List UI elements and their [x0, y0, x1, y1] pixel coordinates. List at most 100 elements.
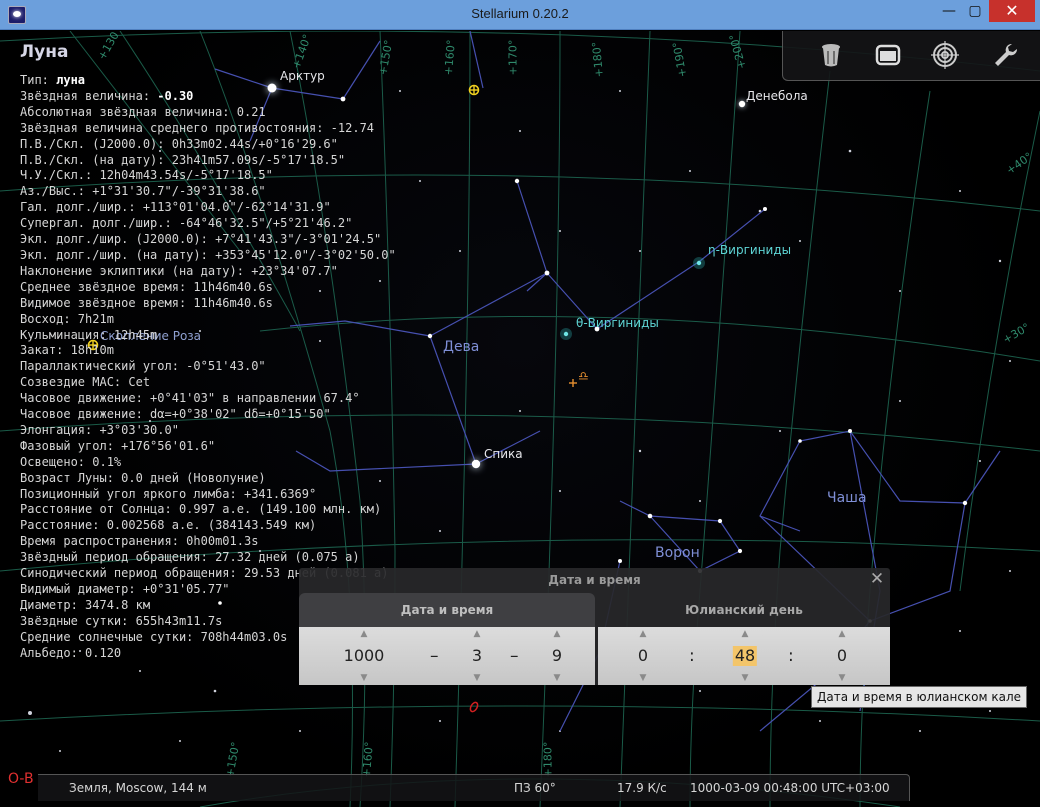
- info-row-label: Часовое движение:: [20, 391, 151, 406]
- minimize-button[interactable]: —: [936, 0, 962, 22]
- info-row: Звёздная величина: -0.30: [20, 89, 396, 105]
- info-row-label: Освещено:: [20, 454, 93, 469]
- info-row-value: 0h00m01.3s: [186, 534, 259, 549]
- top-right-toolbar: [782, 31, 1040, 81]
- close-window-button[interactable]: ✕: [989, 0, 1035, 22]
- maximize-button[interactable]: ▢: [962, 0, 988, 22]
- info-row-label: Видимое звёздное время:: [20, 295, 194, 310]
- minute-up-arrow-icon[interactable]: ▲: [725, 629, 765, 639]
- info-row: Экл. долг./шир. (на дату): +353°45'12.0"…: [20, 248, 396, 264]
- month-value[interactable]: 3: [459, 646, 495, 666]
- bottom-status-bar[interactable]: Земля, Moscow, 144 м ПЗ 60° 17.9 К/с 100…: [0, 774, 912, 807]
- meteor-label-eta-virginids[interactable]: η-Виргиниды: [708, 243, 791, 257]
- info-row-label: Среднее звёздное время:: [20, 279, 194, 294]
- date-separator: –: [430, 646, 439, 666]
- day-value[interactable]: 9: [539, 646, 575, 666]
- info-row: Освещено: 0.1%: [20, 455, 396, 471]
- info-row-value: 11h46m40.6s: [193, 295, 273, 310]
- info-row-value: 18h10m: [70, 343, 114, 358]
- datetime-text: 1000-03-09 00:48:00 UTC+03:00: [690, 781, 890, 795]
- wrench-icon[interactable]: [991, 41, 1019, 69]
- constellation-label-corvus: Ворон: [655, 545, 700, 561]
- year-spinbox[interactable]: ▲ 1000 ▼: [329, 627, 399, 685]
- info-row-value: 0h33m02.44s/+0°16'29.6": [171, 136, 338, 151]
- info-row-label: Часовое движение:: [20, 407, 151, 422]
- day-up-arrow-icon[interactable]: ▲: [539, 629, 575, 639]
- constellation-label-crater: Чаша: [827, 490, 867, 506]
- minute-value[interactable]: 48: [732, 646, 758, 666]
- year-down-arrow-icon[interactable]: ▼: [329, 673, 399, 683]
- info-row: Часовое движение: dα=+0°38'02" dδ=+0°15'…: [20, 407, 396, 423]
- year-up-arrow-icon[interactable]: ▲: [329, 629, 399, 639]
- info-row-value: 7h21m: [77, 311, 114, 326]
- info-row-value: -12.74: [330, 120, 375, 135]
- month-down-arrow-icon[interactable]: ▼: [459, 673, 495, 683]
- info-row-value: 11h46m40.6s: [193, 279, 273, 294]
- tooltip: Дата и время в юлианском кале: [811, 686, 1028, 708]
- info-row-value: +113°01'04.0"/-62°14'31.9": [142, 200, 331, 215]
- sky-view[interactable]: ♎ +130° +140° +150° +160° +170° +180° +1…: [0, 31, 1040, 807]
- info-row-value: 27.32 дней (0.075 a): [215, 550, 360, 565]
- year-value[interactable]: 1000: [329, 646, 399, 666]
- cardinal-corner-label: O-B: [8, 771, 34, 787]
- hour-value[interactable]: 0: [625, 646, 661, 666]
- month-spinbox[interactable]: ▲ 3 ▼: [459, 627, 495, 685]
- info-row-label: Видимый диаметр:: [20, 582, 143, 596]
- info-row-value: +3°03'30.0": [99, 422, 179, 437]
- time-separator: :: [788, 646, 794, 666]
- info-row: Видимое звёздное время: 11h46m40.6s: [20, 296, 396, 312]
- second-value[interactable]: 0: [824, 646, 860, 666]
- window-icon[interactable]: [874, 41, 902, 69]
- info-row-value: луна: [56, 73, 86, 87]
- hour-down-arrow-icon[interactable]: ▼: [625, 673, 661, 683]
- tab-julian-day[interactable]: Юлианский день: [598, 593, 890, 627]
- month-up-arrow-icon[interactable]: ▲: [459, 629, 495, 639]
- second-up-arrow-icon[interactable]: ▲: [824, 629, 860, 639]
- ra-label-170: +170°: [506, 39, 520, 76]
- info-row-value: +176°56'01.6": [121, 438, 216, 453]
- info-row: Наклонение эклиптики (на дату): +23°34'0…: [20, 264, 396, 280]
- info-row-label: Супергал. долг./шир.:: [20, 216, 179, 231]
- dialog-body: ▲ 1000 ▼ – ▲ 3 ▼ – ▲ 9 ▼ ▲ 0 ▼: ▲ 48 ▼ …: [299, 627, 890, 685]
- info-row: Звёздная величина среднего противостояни…: [20, 121, 396, 137]
- info-row-label: Параллактический угол:: [20, 359, 187, 374]
- info-row-label: Позиционный угол яркого лимба:: [20, 486, 244, 501]
- minute-down-arrow-icon[interactable]: ▼: [725, 673, 765, 683]
- info-row: П.В./Скл. (J2000.0): 0h33m02.44s/+0°16'2…: [20, 137, 396, 153]
- day-spinbox[interactable]: ▲ 9 ▼: [539, 627, 575, 685]
- info-row-label: Звёздная величина:: [20, 88, 158, 103]
- info-row-label: Кульминация:: [20, 327, 114, 342]
- info-row-value: dα=+0°38'02" dδ=+0°15'50": [150, 407, 331, 422]
- info-row-value: Cet: [128, 375, 151, 390]
- minute-spinbox[interactable]: ▲ 48 ▼: [725, 627, 765, 685]
- info-row: Возраст Луны: 0.0 дней (Новолуние): [20, 471, 396, 487]
- second-spinbox[interactable]: ▲ 0 ▼: [824, 627, 860, 685]
- trash-icon[interactable]: [817, 41, 845, 69]
- info-row: Звёздный период обращения: 27.32 дней (0…: [20, 550, 396, 566]
- info-row-value: -0.30: [157, 88, 194, 103]
- meteor-label-theta-virginids[interactable]: θ-Виргиниды: [576, 316, 659, 330]
- info-row-value: 12h45m: [113, 327, 158, 342]
- info-row-value: +7°41'43.3"/-3°01'24.5": [215, 232, 382, 247]
- day-down-arrow-icon[interactable]: ▼: [539, 673, 575, 683]
- target-icon[interactable]: [931, 41, 959, 69]
- date-time-dialog: Дата и время ✕ Дата и время Юлианский де…: [299, 568, 890, 685]
- hour-spinbox[interactable]: ▲ 0 ▼: [625, 627, 661, 685]
- info-row: Аз./Выс.: +1°31'30.7"/-39°31'38.6": [20, 184, 396, 200]
- tab-date-time[interactable]: Дата и время: [299, 593, 595, 627]
- second-down-arrow-icon[interactable]: ▼: [824, 673, 860, 683]
- dialog-close-button[interactable]: ✕: [868, 570, 886, 588]
- star-label-spica[interactable]: Спика: [484, 447, 523, 461]
- info-row-label: Возраст Луны:: [20, 470, 122, 485]
- info-row: Ч.У./Скл.: 12h04m43.54s/-5°17'18.5": [20, 168, 396, 184]
- star-label-denebola[interactable]: Денебола: [746, 89, 808, 103]
- dialog-title: Дата и время: [548, 573, 641, 587]
- window-titlebar: Stellarium 0.20.2 — ▢ ✕: [0, 0, 1040, 30]
- fov-text: ПЗ 60°: [514, 781, 556, 795]
- info-row: Среднее звёздное время: 11h46m40.6s: [20, 280, 396, 296]
- hour-up-arrow-icon[interactable]: ▲: [625, 629, 661, 639]
- info-row-value: 23h41m57.09s/-5°17'18.5": [171, 152, 346, 167]
- object-name: Луна: [20, 42, 69, 62]
- info-row: Расстояние от Солнца: 0.997 а.е. (149.10…: [20, 502, 396, 518]
- info-row: Элонгация: +3°03'30.0": [20, 423, 396, 439]
